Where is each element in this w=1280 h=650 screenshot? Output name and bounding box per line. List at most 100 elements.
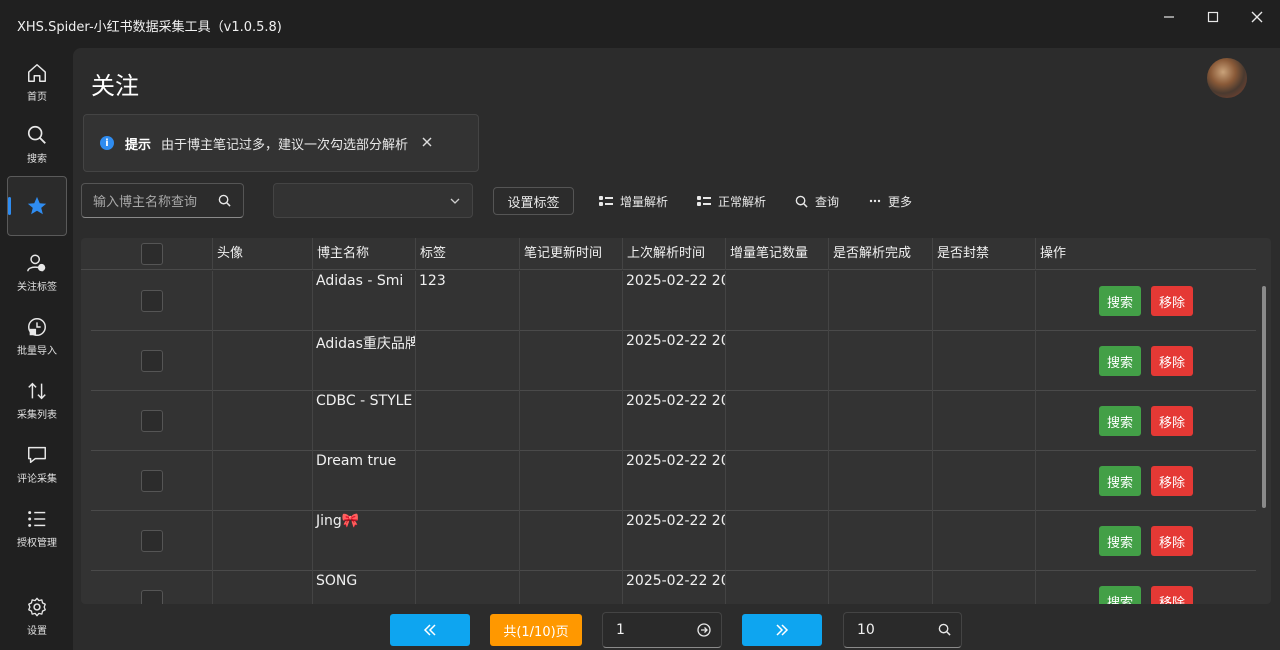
parse-complete-cell xyxy=(828,511,932,571)
row-checkbox[interactable] xyxy=(141,470,163,492)
tag-cell: 123 xyxy=(415,271,519,331)
incremental-parse-button[interactable]: 增量解析 xyxy=(599,187,668,215)
header-last-parse-time: 上次解析时间 xyxy=(622,238,725,270)
tag-select[interactable] xyxy=(273,183,473,218)
last-parse-cell: 2025-02-22 20 xyxy=(622,511,725,571)
row-remove-button[interactable]: 移除 xyxy=(1151,466,1193,496)
row-checkbox[interactable] xyxy=(141,590,163,604)
tip-text: 由于博主笔记过多，建议一次勾选部分解析 xyxy=(161,137,409,153)
last-parse-cell: 2025-02-22 20 xyxy=(622,391,725,451)
avatar-cell xyxy=(212,571,312,604)
avatar[interactable] xyxy=(1207,58,1247,98)
parse-complete-cell xyxy=(828,331,932,391)
page-size-input[interactable]: 10 xyxy=(843,612,962,648)
incremental-count-cell xyxy=(725,571,828,604)
blogger-name-cell: Adidas - Smi xyxy=(312,271,415,331)
last-parse-cell: 2025-02-22 20 xyxy=(622,271,725,331)
header-incremental-count: 增量笔记数量 xyxy=(725,238,828,270)
parse-complete-cell xyxy=(828,571,932,604)
select-cell xyxy=(91,451,212,511)
row-checkbox[interactable] xyxy=(141,290,163,312)
row-checkbox[interactable] xyxy=(141,530,163,552)
actions-cell: 搜索 移除 xyxy=(1035,331,1256,391)
actions-cell: 搜索 移除 xyxy=(1035,271,1256,331)
minimize-button[interactable] xyxy=(1149,6,1189,28)
row-search-button[interactable]: 搜索 xyxy=(1099,406,1141,436)
sidebar-item-home[interactable]: 首页 xyxy=(7,52,67,112)
tag-cell xyxy=(415,331,519,391)
row-search-button[interactable]: 搜索 xyxy=(1099,586,1141,604)
blogger-name-cell: CDBC - STYLE xyxy=(312,391,415,451)
header-avatar: 头像 xyxy=(212,238,312,270)
header-banned: 是否封禁 xyxy=(932,238,1035,270)
maximize-button[interactable] xyxy=(1193,6,1233,28)
banned-cell xyxy=(932,511,1035,571)
sidebar-item-follow[interactable] xyxy=(7,176,67,236)
incremental-count-cell xyxy=(725,511,828,571)
table-row: Adidas重庆品牌 2025-02-22 20 搜索 移除 xyxy=(91,331,1256,391)
select-cell xyxy=(91,391,212,451)
go-arrow-icon[interactable] xyxy=(697,623,711,637)
sidebar-item-search[interactable]: 搜索 xyxy=(7,114,67,174)
parse-complete-cell xyxy=(828,391,932,451)
home-icon xyxy=(28,63,46,82)
tag-cell xyxy=(415,391,519,451)
blogger-search-input[interactable]: 输入博主名称查询 xyxy=(81,183,244,218)
select-all-checkbox[interactable] xyxy=(141,243,163,265)
row-remove-button[interactable]: 移除 xyxy=(1151,526,1193,556)
row-search-button[interactable]: 搜索 xyxy=(1099,286,1141,316)
info-icon: i xyxy=(100,136,114,150)
row-search-button[interactable]: 搜索 xyxy=(1099,346,1141,376)
incremental-parse-label: 增量解析 xyxy=(620,194,669,209)
row-remove-button[interactable]: 移除 xyxy=(1151,406,1193,436)
select-cell xyxy=(91,511,212,571)
last-parse-cell: 2025-02-22 20 xyxy=(622,331,725,391)
sidebar-item-auth[interactable]: 授权管理 xyxy=(7,498,67,558)
row-search-button[interactable]: 搜索 xyxy=(1099,526,1141,556)
row-remove-button[interactable]: 移除 xyxy=(1151,586,1193,604)
actions-cell: 搜索 移除 xyxy=(1035,451,1256,511)
set-tag-button[interactable]: 设置标签 xyxy=(493,187,574,215)
tag-cell xyxy=(415,451,519,511)
title-bar: XHS.Spider-小红书数据采集工具（v1.0.5.8) xyxy=(0,0,1280,48)
last-parse-cell: 2025-02-22 20 xyxy=(622,571,725,604)
row-remove-button[interactable]: 移除 xyxy=(1151,286,1193,316)
sidebar-item-batch-import[interactable]: 批量导入 xyxy=(7,306,67,366)
sidebar-item-label: 设置 xyxy=(27,625,47,637)
close-icon xyxy=(422,137,432,147)
next-page-button[interactable] xyxy=(742,614,822,646)
sidebar-item-comments[interactable]: 评论采集 xyxy=(7,434,67,494)
banned-cell xyxy=(932,271,1035,331)
sidebar-item-label: 授权管理 xyxy=(17,537,57,549)
sidebar-item-collect-list[interactable]: 采集列表 xyxy=(7,370,67,430)
actions-cell: 搜索 移除 xyxy=(1035,511,1256,571)
sidebar-item-follow-tags[interactable]: 关注标签 xyxy=(7,242,67,302)
sidebar-item-settings[interactable]: 设置 xyxy=(7,586,67,646)
header-actions: 操作 xyxy=(1035,238,1256,270)
sidebar: 首页 搜索 关注标签 批量导入 采集列表 评论采集 授权管理 设置 xyxy=(0,48,73,650)
note-update-cell xyxy=(519,571,622,604)
row-search-button[interactable]: 搜索 xyxy=(1099,466,1141,496)
page-number-input[interactable]: 1 xyxy=(602,612,722,648)
blogger-name-cell: SONG xyxy=(312,571,415,604)
select-cell xyxy=(91,331,212,391)
table-scrollbar[interactable] xyxy=(1262,286,1266,508)
import-icon xyxy=(28,317,46,336)
table-row: CDBC - STYLE 2025-02-22 20 搜索 移除 xyxy=(91,391,1256,451)
row-checkbox[interactable] xyxy=(141,350,163,372)
row-remove-button[interactable]: 移除 xyxy=(1151,346,1193,376)
search-icon[interactable] xyxy=(218,194,231,207)
close-button[interactable] xyxy=(1237,6,1277,28)
query-button[interactable]: 查询 xyxy=(795,187,839,215)
normal-parse-button[interactable]: 正常解析 xyxy=(697,187,766,215)
page-number-value: 1 xyxy=(616,622,625,638)
more-button[interactable]: 更多 xyxy=(869,187,912,215)
list-icon xyxy=(697,196,711,206)
row-checkbox[interactable] xyxy=(141,410,163,432)
prev-page-button[interactable] xyxy=(390,614,470,646)
search-icon[interactable] xyxy=(938,623,951,636)
note-update-cell xyxy=(519,271,622,331)
tip-close-button[interactable] xyxy=(422,135,432,151)
select-cell xyxy=(91,571,212,604)
last-parse-cell: 2025-02-22 20 xyxy=(622,451,725,511)
